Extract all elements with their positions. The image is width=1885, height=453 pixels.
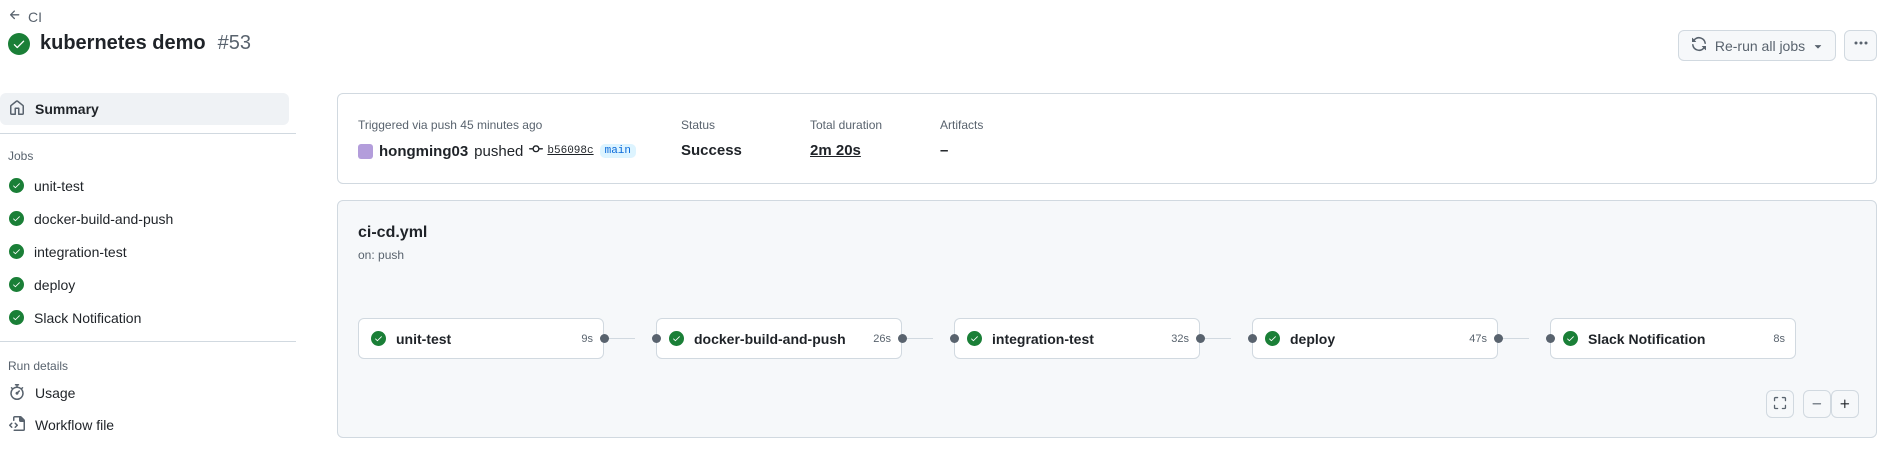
sidebar-item-docker-build-and-push[interactable]: docker-build-and-push [0,202,298,235]
page-title: kubernetes demo #53 [8,32,251,55]
artifacts-info: Artifacts – [940,118,983,159]
workflow-trigger: on: push [358,248,405,262]
commit-icon [529,142,544,160]
check-circle-icon [1563,331,1578,346]
check-circle-icon [1265,331,1280,346]
screen-full-icon [1773,394,1787,415]
file-code-icon [9,415,25,435]
sidebar: Summary Jobs unit-test docker-build-and-… [0,93,298,441]
artifacts-value: – [940,142,949,159]
check-circle-icon [371,331,386,346]
sidebar-item-label: Workflow file [35,417,115,433]
connector-dot [1248,334,1257,343]
connector-dot [1546,334,1555,343]
home-icon [9,99,25,119]
job-duration: 32s [1171,332,1189,345]
more-options-button[interactable] [1844,30,1877,61]
check-circle-icon [9,178,24,193]
job-duration: 8s [1773,332,1785,345]
sync-icon [1691,36,1707,55]
status-label: Status [681,118,716,132]
sidebar-item-deploy[interactable]: deploy [0,268,298,301]
trigger-label: Triggered via push 45 minutes ago [358,118,543,132]
sidebar-item-label: Usage [35,385,76,401]
jobs-heading: Jobs [8,149,34,163]
actor-link[interactable]: hongming03 [379,143,468,160]
graph-job-deploy[interactable]: deploy 47s [1252,318,1498,359]
stopwatch-icon [9,383,25,403]
graph-job-unit-test[interactable]: unit-test 9s [358,318,604,359]
connector-dot [1196,334,1205,343]
check-circle-icon [9,244,24,259]
back-link-label: CI [28,8,42,25]
fullscreen-button[interactable] [1766,390,1794,418]
zoom-in-button[interactable] [1831,390,1859,418]
check-circle-icon [9,277,24,292]
job-name: deploy [1290,330,1336,347]
plus-icon [1839,394,1851,415]
check-circle-icon [669,331,684,346]
job-name: integration-test [992,330,1094,347]
connector-dot [652,334,661,343]
sidebar-item-unit-test[interactable]: unit-test [0,169,298,202]
check-circle-icon [9,211,24,226]
trigger-value: hongming03 pushed b56098c main [358,142,637,160]
sidebar-item-summary[interactable]: Summary [0,93,289,125]
sidebar-item-usage[interactable]: Usage [0,377,298,409]
rerun-label: Re-run all jobs [1714,37,1806,54]
job-duration: 47s [1469,332,1487,345]
check-circle-icon [9,310,24,325]
divider [0,341,296,342]
zoom-out-button[interactable] [1803,390,1831,418]
job-duration: 26s [873,332,891,345]
trigger-info: Triggered via push 45 minutes ago hongmi… [358,118,637,160]
run-number: #53 [217,32,251,54]
sidebar-item-label: Slack Notification [34,309,142,326]
kebab-horizontal-icon [1853,35,1869,56]
sidebar-item-label: unit-test [34,177,84,194]
avatar[interactable] [358,143,373,159]
run-details-heading: Run details [8,359,69,373]
duration-info: Total duration 2m 20s [810,118,882,159]
branch-badge[interactable]: main [599,144,637,158]
run-title: kubernetes demo [40,32,206,54]
connector-dot [898,334,907,343]
sidebar-item-label: docker-build-and-push [34,210,174,227]
arrow-left-icon [8,8,22,25]
sidebar-item-label: deploy [34,276,76,293]
job-name: unit-test [396,330,452,347]
check-circle-icon [8,32,30,55]
connector-dot [950,334,959,343]
action-text: pushed [474,142,524,160]
graph-job-integration-test[interactable]: integration-test 32s [954,318,1200,359]
status-info: Status Success [681,118,742,159]
job-name: Slack Notification [1588,330,1706,347]
graph-job-docker-build-and-push[interactable]: docker-build-and-push 26s [656,318,902,359]
status-value: Success [681,142,742,159]
job-duration: 9s [581,332,593,345]
commit-link[interactable]: b56098c [529,142,594,160]
job-name: docker-build-and-push [694,330,846,347]
sidebar-item-integration-test[interactable]: integration-test [0,235,298,268]
duration-value[interactable]: 2m 20s [810,142,882,159]
workflow-graph: ci-cd.yml on: push unit-test 9s docker-b… [337,200,1877,438]
sidebar-item-label: integration-test [34,243,127,260]
rerun-all-jobs-button[interactable]: Re-run all jobs [1678,30,1836,61]
connector-dot [600,334,609,343]
sidebar-item-slack-notification[interactable]: Slack Notification [0,301,298,334]
run-summary-card: Triggered via push 45 minutes ago hongmi… [337,93,1877,184]
workflow-file-name: ci-cd.yml [358,224,428,241]
commit-sha: b56098c [547,145,594,157]
connector-dot [1494,334,1503,343]
artifacts-label: Artifacts [940,118,984,132]
check-circle-icon [967,331,982,346]
back-link[interactable]: CI [8,8,42,25]
sidebar-item-workflow-file[interactable]: Workflow file [0,409,298,441]
sidebar-item-label: Summary [35,101,99,117]
duration-label: Total duration [810,118,883,132]
dash-icon [1811,394,1823,415]
divider [0,133,296,134]
graph-job-slack-notification[interactable]: Slack Notification 8s [1550,318,1796,359]
triangle-down-icon [1813,38,1823,54]
